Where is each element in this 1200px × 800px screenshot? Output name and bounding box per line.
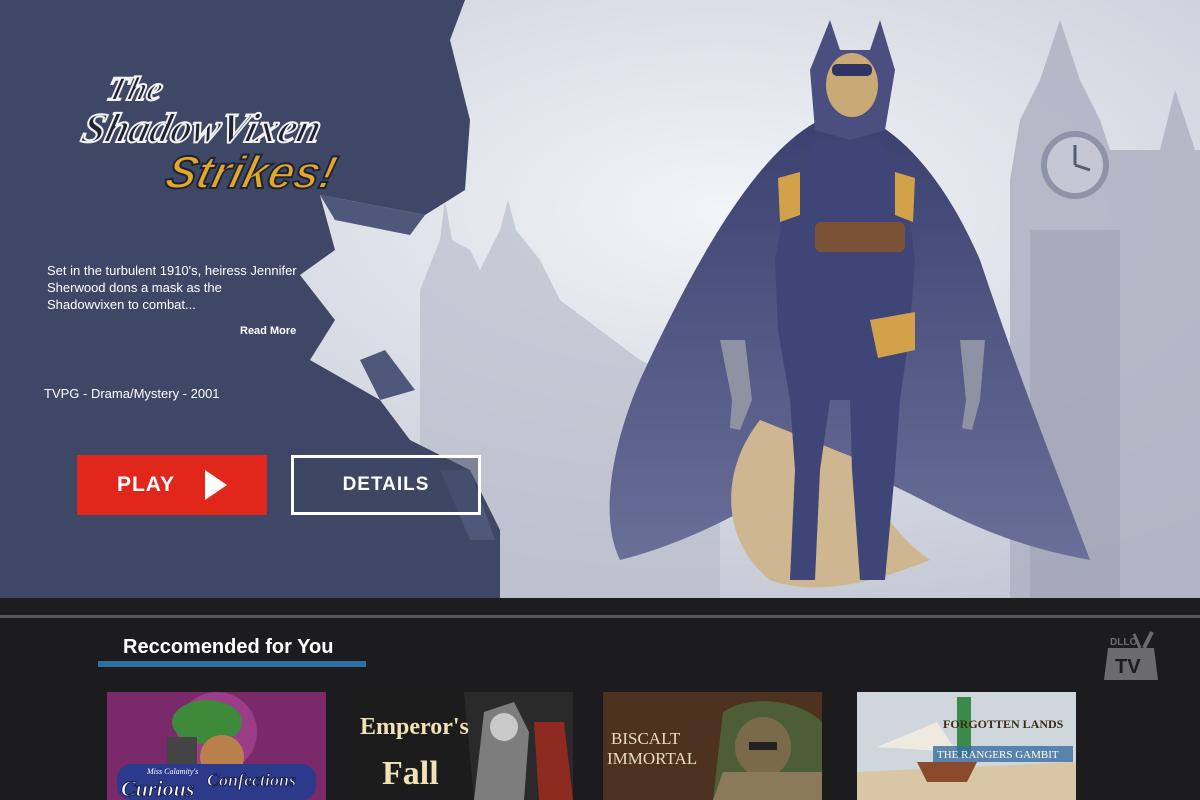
show-synopsis: Set in the turbulent 1910's, heiress Jen… (47, 263, 297, 312)
card-1-artwork: Miss Calamity's Curious Confections (107, 692, 326, 800)
card-2-title-2: Fall (382, 755, 439, 792)
card-2-artwork: Emperor's Fall (354, 692, 573, 800)
details-button-label: DETAILS (342, 474, 430, 495)
logo-line1: The (103, 70, 167, 107)
show-logo: The ShadowVixen Strikes! (76, 69, 343, 198)
logo-line3: Strikes! (161, 147, 342, 198)
play-button[interactable]: PLAY (77, 455, 267, 515)
show-meta: TVPG - Drama/Mystery - 2001 (44, 386, 220, 401)
brand-line2: TV (1115, 656, 1141, 678)
recommendation-card[interactable]: Emperor's Fall (354, 692, 573, 800)
card-1-title-1: Curious (121, 776, 194, 800)
hero-banner: The ShadowVixen Strikes! Set in the turb… (0, 0, 1200, 598)
section-underline (98, 661, 366, 667)
logo-line2: ShadowVixen (77, 106, 327, 152)
details-button[interactable]: DETAILS (291, 455, 481, 515)
play-icon (205, 470, 228, 500)
recommendation-card[interactable]: BISCALT IMMORTAL (603, 692, 822, 800)
card-1-title-small: Miss Calamity's (146, 767, 198, 776)
card-4-title-2: THE RANGERS GAMBIT (937, 749, 1059, 761)
card-1-title-2: Confections (207, 770, 296, 790)
card-3-artwork: BISCALT IMMORTAL (603, 692, 822, 800)
recommendation-card[interactable]: Miss Calamity's Curious Confections (107, 692, 326, 800)
card-3-title-1: BISCALT (611, 729, 681, 748)
card-3-title-2: IMMORTAL (607, 749, 697, 768)
card-4-title-1: FORGOTTEN LANDS (943, 717, 1064, 731)
section-title: Reccomended for You (123, 636, 334, 658)
read-more-link[interactable]: Read More (240, 325, 296, 337)
card-4-artwork: FORGOTTEN LANDS THE RANGERS GAMBIT (857, 692, 1076, 800)
play-button-label: PLAY (116, 473, 176, 496)
brand-logo: DLLO TV (1104, 631, 1158, 680)
card-2-title-1: Emperor's (360, 714, 469, 740)
recommendation-card[interactable]: FORGOTTEN LANDS THE RANGERS GAMBIT (857, 692, 1076, 800)
brand-line1: DLLO (1110, 637, 1137, 648)
